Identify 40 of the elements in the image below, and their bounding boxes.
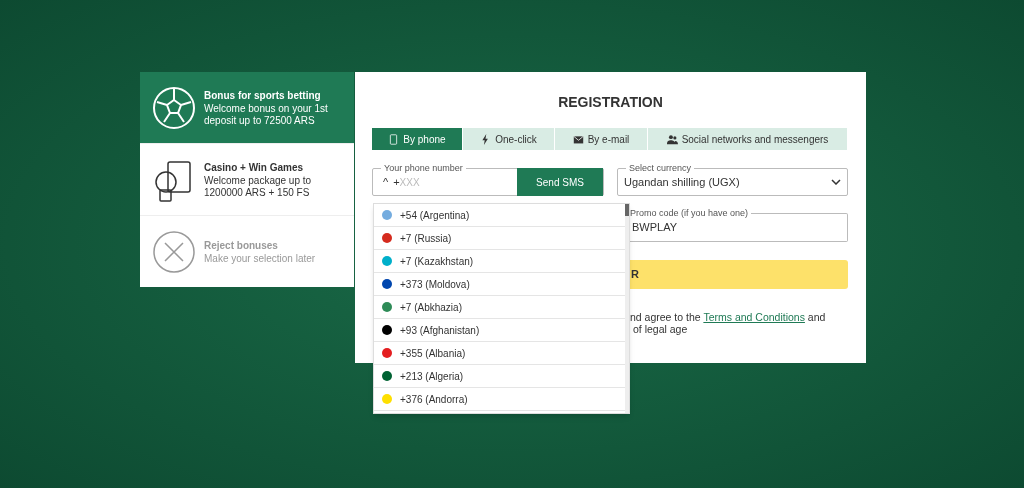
bonus-title: Reject bonuses <box>204 238 279 252</box>
country-option[interactable]: +376 (Andorra) <box>374 388 625 411</box>
country-option[interactable]: +54 (Argentina) <box>374 204 625 227</box>
bonus-description: Make your selection later <box>204 252 316 265</box>
send-sms-button[interactable]: Send SMS <box>517 168 603 196</box>
country-option[interactable]: +7 (Russia) <box>374 227 625 250</box>
promo-label: Promo code (if you have one) <box>630 207 752 221</box>
currency-value: Ugandan shilling (UGX) <box>624 174 740 190</box>
close-icon <box>152 229 196 274</box>
registration-tab[interactable]: One-click <box>463 128 555 150</box>
envelope-icon <box>572 133 584 145</box>
people-icon <box>666 133 678 145</box>
country-option[interactable]: +373 (Moldova) <box>374 273 625 296</box>
caret-icon[interactable]: ^ <box>383 176 389 188</box>
chevron-down-icon <box>831 179 841 185</box>
soccer-ball-icon <box>152 85 196 130</box>
terms-text: nd agree to the Terms and Conditions and <box>630 311 827 323</box>
promo-value: BWPLAY <box>632 220 678 236</box>
phone-input[interactable]: XXX <box>399 174 510 190</box>
terms-link[interactable]: Terms and Conditions <box>703 311 805 323</box>
bonus-option[interactable]: Bonus for sports betting Welcome bonus on your 1st deposit up to 72500 ARS <box>140 72 354 143</box>
registration-title: REGISTRATION <box>557 93 664 112</box>
bonus-description: Welcome package up to 1200000 ARS + 150 FS <box>204 174 313 199</box>
phone-label: Your phone number <box>381 162 466 176</box>
bonus-description: Welcome bonus on your 1st deposit up to 72500 ARS <box>204 102 329 127</box>
register-button[interactable]: R <box>630 260 848 289</box>
phone-icon <box>388 133 400 145</box>
registration-tab[interactable]: By e-mail <box>555 128 648 150</box>
country-option[interactable]: +93 (Afghanistan) <box>374 319 625 342</box>
registration-tab[interactable]: Social networks and messengers <box>648 128 848 150</box>
country-option[interactable]: +7 (Abkhazia) <box>374 296 625 319</box>
legal-age-text: of legal age <box>632 323 689 335</box>
country-option[interactable]: +355 (Albania) <box>374 342 625 365</box>
currency-label: Select currency <box>626 162 695 176</box>
country-option[interactable]: +7 (Kazakhstan) <box>374 250 625 273</box>
country-option[interactable]: +213 (Algeria) <box>374 365 625 388</box>
phone-prefix: + <box>393 174 400 190</box>
registration-tab[interactable]: By phone <box>372 128 463 150</box>
bonus-title: Bonus for sports betting <box>204 88 322 102</box>
bonus-title: Casino + Win Games <box>204 160 305 174</box>
